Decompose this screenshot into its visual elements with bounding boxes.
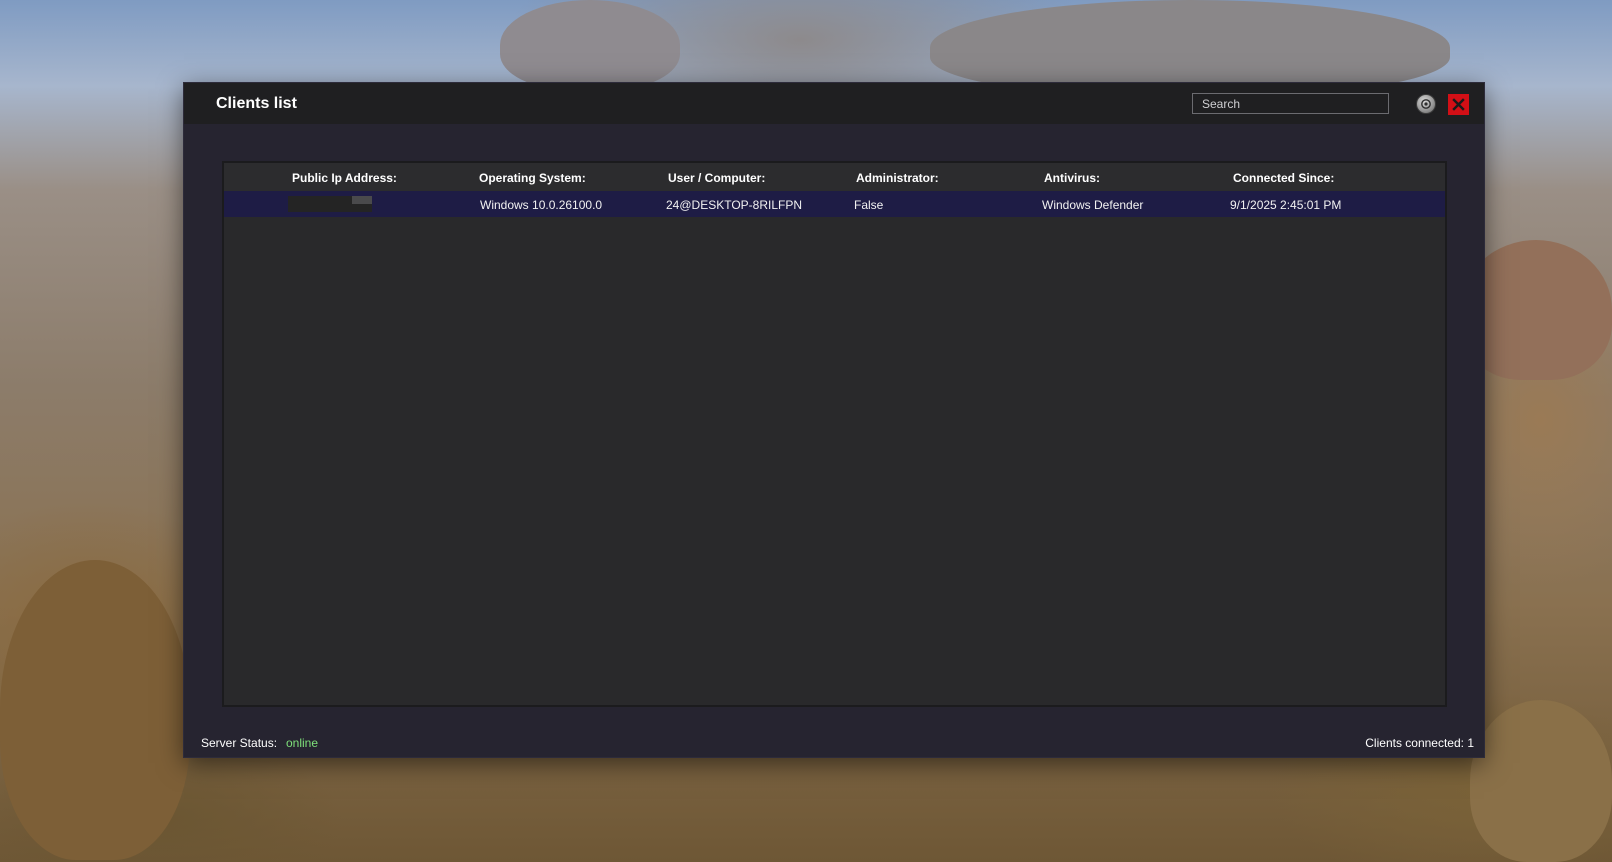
column-header-antivirus[interactable]: Antivirus: (1044, 171, 1100, 185)
operating-system-cell: Windows 10.0.26100.0 (480, 198, 603, 212)
rock-formation (0, 560, 190, 860)
column-header-public-ip[interactable]: Public Ip Address: (292, 171, 397, 185)
column-header-operating-system[interactable]: Operating System: (479, 171, 586, 185)
settings-icon (1421, 99, 1431, 109)
column-header-connected-since[interactable]: Connected Since: (1233, 171, 1334, 185)
rock-formation (1470, 700, 1612, 862)
table-header: Public Ip Address: Operating System: Use… (224, 163, 1445, 191)
close-button[interactable] (1448, 94, 1469, 115)
settings-button[interactable] (1416, 94, 1436, 114)
column-header-user-computer[interactable]: User / Computer: (668, 171, 765, 185)
close-icon (1452, 98, 1465, 111)
public-ip-cell-redacted (288, 196, 372, 212)
server-status-label: Server Status: (201, 736, 278, 750)
connected-since-cell: 9/1/2025 2:45:01 PM (1230, 198, 1342, 212)
table-row[interactable]: Windows 10.0.26100.0 24@DESKTOP-8RILFPN … (224, 191, 1445, 217)
clients-table: Public Ip Address: Operating System: Use… (222, 161, 1447, 707)
antivirus-cell: Windows Defender (1042, 198, 1144, 212)
server-status-value: online (286, 736, 319, 750)
window-title: Clients list (216, 95, 297, 112)
user-computer-cell: 24@DESKTOP-8RILFPN (666, 198, 803, 212)
administrator-cell: False (854, 198, 884, 212)
column-header-administrator[interactable]: Administrator: (856, 171, 939, 185)
search-input[interactable] (1192, 93, 1389, 114)
title-bar[interactable]: Clients list (184, 83, 1484, 124)
rock-formation (930, 0, 1450, 95)
clients-connected-count: Clients connected: 1 (1365, 736, 1474, 750)
rock-formation (500, 0, 680, 90)
clients-list-window: Clients list Public Ip Address: Operatin… (184, 83, 1484, 757)
